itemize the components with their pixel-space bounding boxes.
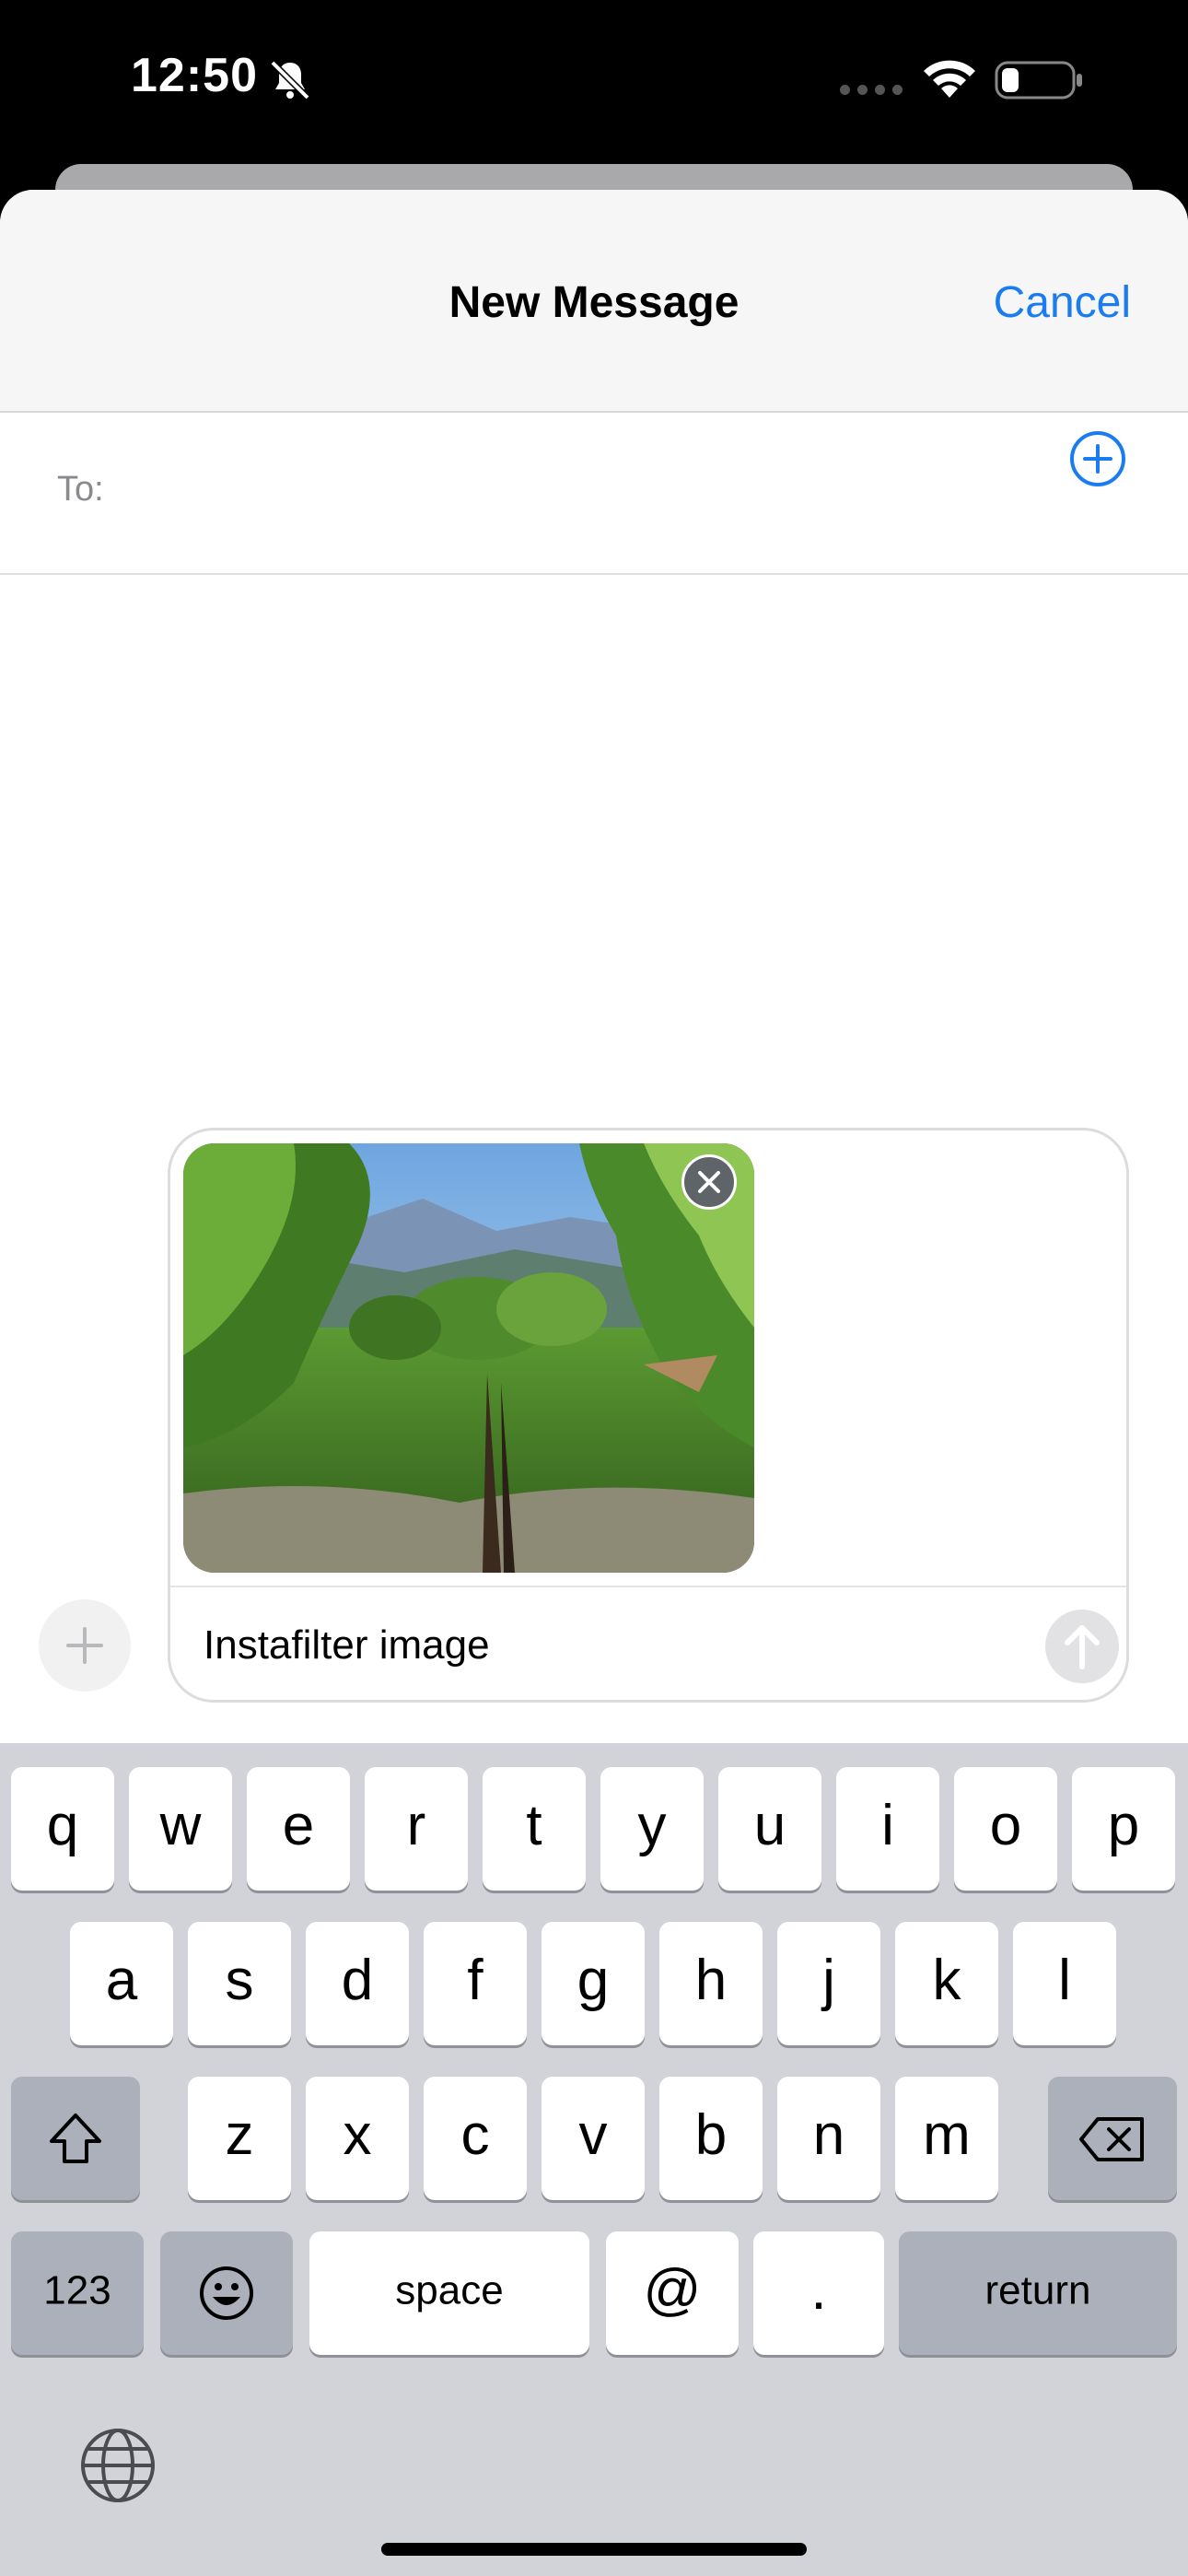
emoji-icon [200, 2266, 253, 2320]
period-key[interactable]: . [753, 2231, 884, 2355]
add-contact-icon[interactable] [1068, 429, 1127, 488]
attached-image [183, 1143, 754, 1573]
emoji-key[interactable] [160, 2231, 293, 2355]
silent-bell-icon [270, 60, 310, 100]
key-f[interactable]: f [424, 1922, 527, 2045]
shift-key[interactable] [11, 2077, 140, 2200]
backspace-icon [1079, 2117, 1144, 2161]
home-indicator [381, 2543, 807, 2556]
shift-icon [50, 2113, 101, 2163]
key-d[interactable]: d [306, 1922, 409, 2045]
key-p[interactable]: p [1072, 1767, 1175, 1891]
at-key[interactable]: @ [606, 2231, 739, 2355]
key-y[interactable]: y [600, 1767, 704, 1891]
close-icon [698, 1171, 720, 1193]
battery-icon [995, 61, 1082, 100]
key-o[interactable]: o [954, 1767, 1057, 1891]
compose-divider [170, 1586, 1126, 1587]
key-w[interactable]: w [129, 1767, 232, 1891]
keyboard: q w e r t y u i o p a s d f g h j k l z … [0, 1743, 1188, 2576]
key-l[interactable]: l [1013, 1922, 1116, 2045]
key-n[interactable]: n [777, 2077, 880, 2200]
send-button[interactable] [1045, 1610, 1119, 1683]
key-z[interactable]: z [188, 2077, 291, 2200]
wifi-icon [924, 60, 975, 98]
key-e[interactable]: e [247, 1767, 350, 1891]
message-compose-box[interactable]: Instafilter image [168, 1128, 1129, 1703]
key-i[interactable]: i [836, 1767, 939, 1891]
delete-key[interactable] [1048, 2077, 1177, 2200]
key-v[interactable]: v [542, 2077, 645, 2200]
key-m[interactable]: m [895, 2077, 998, 2200]
key-j[interactable]: j [777, 1922, 880, 2045]
status-time: 12:50 [131, 49, 258, 102]
message-text-field[interactable]: Instafilter image [204, 1622, 490, 1669]
key-k[interactable]: k [895, 1922, 998, 2045]
apps-plus-button[interactable] [39, 1599, 131, 1692]
key-x[interactable]: x [306, 2077, 409, 2200]
key-g[interactable]: g [542, 1922, 645, 2045]
cancel-button[interactable]: Cancel [994, 277, 1131, 328]
key-s[interactable]: s [188, 1922, 291, 2045]
to-field-row[interactable]: To: [0, 413, 1188, 575]
key-b[interactable]: b [659, 2077, 763, 2200]
key-u[interactable]: u [718, 1767, 821, 1891]
cellular-signal-icon [840, 83, 910, 100]
key-q[interactable]: q [11, 1767, 114, 1891]
key-t[interactable]: t [483, 1767, 586, 1891]
plus-icon [66, 1627, 103, 1664]
remove-attachment-button[interactable] [681, 1154, 737, 1210]
return-key[interactable]: return [899, 2231, 1177, 2355]
navigation-bar: New Message Cancel [0, 190, 1188, 413]
to-label: To: [57, 470, 104, 509]
status-bar: 12:50 [0, 0, 1188, 166]
space-key[interactable]: space [309, 2231, 589, 2355]
arrow-up-icon [1065, 1625, 1100, 1669]
key-r[interactable]: r [365, 1767, 468, 1891]
key-a[interactable]: a [70, 1922, 173, 2045]
numbers-key[interactable]: 123 [11, 2231, 144, 2355]
globe-icon[interactable] [77, 2425, 158, 2506]
key-c[interactable]: c [424, 2077, 527, 2200]
key-h[interactable]: h [659, 1922, 763, 2045]
